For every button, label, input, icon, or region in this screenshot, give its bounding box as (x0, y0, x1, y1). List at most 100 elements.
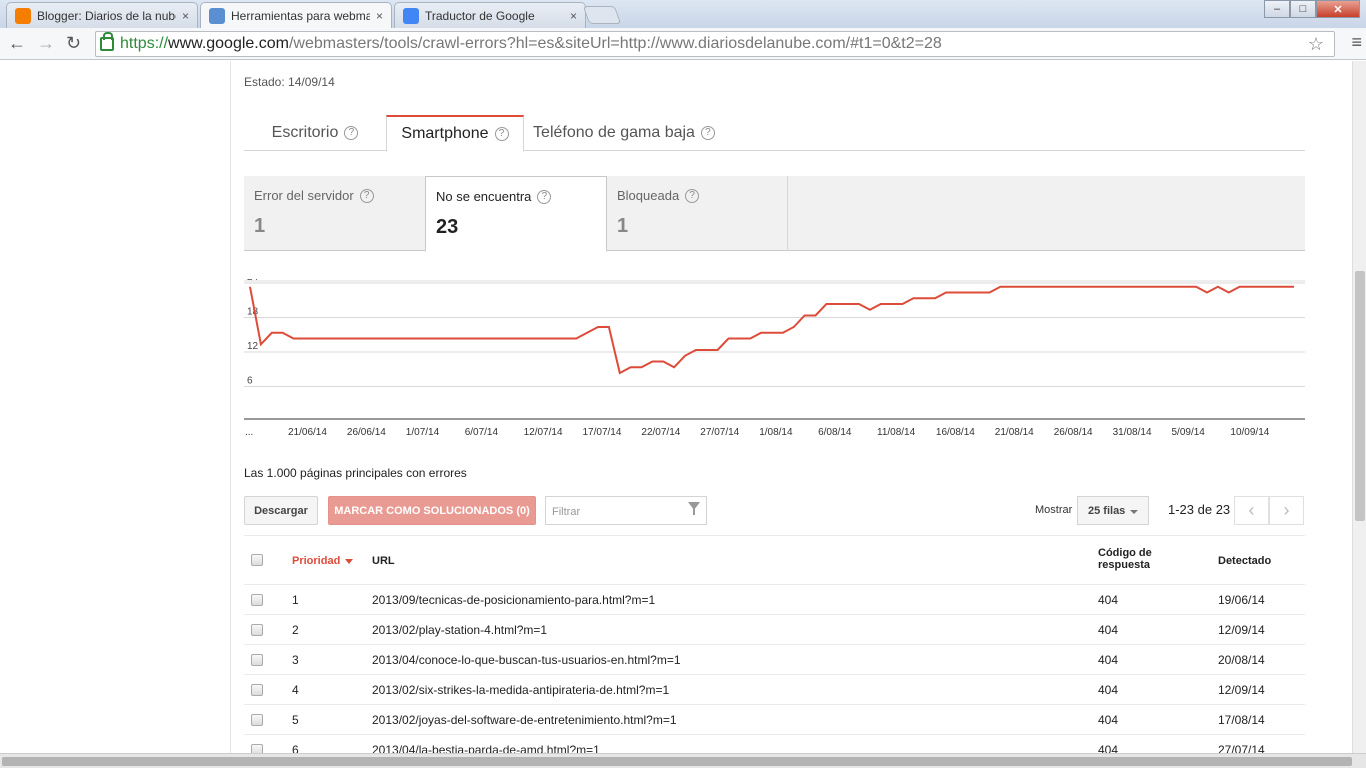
forward-button[interactable]: → (37, 33, 55, 54)
row-checkbox[interactable] (251, 714, 263, 726)
y-tick-label: 12 (247, 341, 259, 352)
tab-label: Smartphone (401, 125, 489, 142)
x-tick-label: 16/08/14 (936, 427, 975, 438)
pagination-range: 1-23 de 23 (1168, 502, 1231, 517)
x-tick-label: 27/07/14 (700, 427, 739, 438)
table-row[interactable]: 3 2013/04/conoce-lo-que-buscan-tus-usuari… (244, 645, 1305, 675)
chrome-menu-icon[interactable]: ≡ (1351, 32, 1362, 53)
back-button[interactable]: ← (8, 33, 26, 54)
row-url[interactable]: 2013/04/la-bestia-parda-de-amd.html?m=1 (372, 743, 600, 753)
close-tab-icon[interactable]: × (376, 9, 383, 23)
help-icon[interactable]: ? (494, 127, 509, 141)
horizontal-scroll-thumb[interactable] (2, 757, 1352, 766)
x-tick-label: 1/07/14 (406, 427, 440, 438)
tab-webmaster-tools[interactable]: Herramientas para webmasters × (200, 2, 392, 28)
row-checkbox[interactable] (251, 654, 263, 666)
help-icon[interactable]: ? (537, 189, 552, 204)
series-line (249, 285, 1294, 375)
blogger-icon (15, 7, 31, 24)
x-tick-label: 21/08/14 (995, 427, 1034, 438)
close-tab-icon[interactable]: × (570, 9, 577, 23)
stat-count: 1 (617, 215, 629, 237)
prev-page-button[interactable]: ‹ (1234, 496, 1269, 525)
x-tick-label: 26/08/14 (1054, 427, 1093, 438)
help-icon[interactable]: ? (700, 126, 715, 140)
x-tick-label: 21/06/14 (288, 427, 327, 438)
status-line: Estado: 14/09/14 (244, 75, 335, 89)
close-tab-icon[interactable]: × (182, 9, 189, 23)
stat-label: Error del servidor (254, 188, 354, 203)
stat-no-se-encuentra[interactable]: No se encuentra? 23 (425, 176, 607, 252)
tab-smartphone[interactable]: Smartphone? (386, 115, 524, 152)
vertical-scroll-thumb[interactable] (1355, 271, 1365, 521)
help-icon[interactable]: ? (344, 126, 359, 140)
filter-placeholder: Filtrar (552, 506, 581, 518)
new-tab-button[interactable] (582, 6, 622, 24)
table-row[interactable]: 1 2013/09/tecnicas-de-posicionamiento-par… (244, 585, 1305, 615)
tab-title: Blogger: Diarios de la nube (37, 8, 176, 23)
download-button[interactable]: Descargar (244, 496, 318, 525)
tab-title: Herramientas para webmasters (231, 8, 370, 23)
mark-fixed-button[interactable]: MARCAR COMO SOLUCIONADOS (0) (328, 496, 536, 525)
priority-column-header[interactable]: Prioridad (292, 555, 354, 567)
minimize-button[interactable]: – (1264, 0, 1290, 18)
tab-translate[interactable]: Traductor de Google × (394, 2, 586, 28)
row-url[interactable]: 2013/02/joyas-del-software-de-entretenim… (372, 713, 677, 727)
tab-label: Teléfono de gama baja (533, 124, 695, 141)
row-detected: 19/06/14 (1218, 593, 1265, 607)
tab-label: Escritorio (271, 124, 339, 141)
x-tick-label: 6/07/14 (465, 427, 499, 438)
table-row[interactable]: 6 2013/04/la-bestia-parda-de-amd.html?m=1… (244, 735, 1305, 753)
row-url[interactable]: 2013/02/play-station-4.html?m=1 (372, 623, 547, 637)
row-detected: 17/08/14 (1218, 713, 1265, 727)
row-checkbox[interactable] (251, 594, 263, 606)
url-path: /webmasters/tools/crawl-errors?hl=es&sit… (288, 35, 942, 52)
tab-escritorio[interactable]: Escritorio? (244, 115, 386, 151)
table-row[interactable]: 4 2013/02/six-strikes-la-medida-antipirat… (244, 675, 1305, 705)
row-url[interactable]: 2013/02/six-strikes-la-medida-antipirate… (372, 683, 669, 697)
row-priority: 1 (292, 593, 299, 607)
sort-desc-icon (345, 558, 354, 564)
table-row[interactable]: 2 2013/02/play-station-4.html?m=1 404 12/09… (244, 615, 1305, 645)
help-icon[interactable]: ? (685, 188, 700, 203)
bookmark-star-icon[interactable]: ☆ (1308, 34, 1324, 55)
address-bar[interactable]: https://www.google.com/webmasters/tools/… (95, 31, 1335, 57)
reload-button[interactable]: ↻ (66, 33, 81, 54)
stat-label: Bloqueada (617, 188, 680, 203)
row-code: 404 (1098, 653, 1119, 667)
row-checkbox[interactable] (251, 684, 263, 696)
row-code: 404 (1098, 593, 1119, 607)
top-pages-title: Las 1.000 páginas principales con errore… (244, 466, 467, 480)
filter-input[interactable]: Filtrar (545, 496, 707, 525)
stat-error-servidor[interactable]: Error del servidor? 1 (244, 176, 425, 251)
filter-icon[interactable] (688, 502, 700, 515)
rows-per-page-select[interactable]: 25 filas (1077, 496, 1149, 525)
lock-icon (100, 32, 114, 51)
tab-telefono-gama-baja[interactable]: Teléfono de gama baja? (526, 115, 722, 151)
select-all-checkbox[interactable] (251, 554, 263, 566)
row-checkbox[interactable] (251, 744, 263, 753)
url-scheme: https:// (120, 35, 169, 52)
maximize-button[interactable]: □ (1290, 0, 1316, 18)
row-url[interactable]: 2013/04/conoce-lo-que-buscan-tus-usuario… (372, 653, 681, 667)
code-header-line2: respuesta (1098, 559, 1150, 571)
x-tick-label: 5/09/14 (1172, 427, 1206, 438)
stat-bloqueada[interactable]: Bloqueada? 1 (607, 176, 787, 251)
stat-divider (787, 176, 788, 251)
close-window-button[interactable]: ✕ (1316, 0, 1360, 18)
row-detected: 20/08/14 (1218, 653, 1265, 667)
x-tick-label: 22/07/14 (641, 427, 680, 438)
tab-blogger[interactable]: Blogger: Diarios de la nube × (6, 2, 198, 28)
x-tick-label: 26/06/14 (347, 427, 386, 438)
row-detected: 12/09/14 (1218, 623, 1265, 637)
webmaster-tools-icon (209, 7, 225, 24)
next-page-button[interactable]: › (1269, 496, 1304, 525)
priority-header-label: Prioridad (292, 555, 341, 567)
table-row[interactable]: 5 2013/02/joyas-del-software-de-entreteni… (244, 705, 1305, 735)
row-url[interactable]: 2013/09/tecnicas-de-posicionamiento-para… (372, 593, 655, 607)
chevron-down-icon (1130, 510, 1138, 514)
row-checkbox[interactable] (251, 624, 263, 636)
help-icon[interactable]: ? (359, 188, 374, 203)
vertical-scrollbar[interactable] (1352, 61, 1366, 753)
horizontal-scrollbar[interactable] (0, 753, 1366, 768)
